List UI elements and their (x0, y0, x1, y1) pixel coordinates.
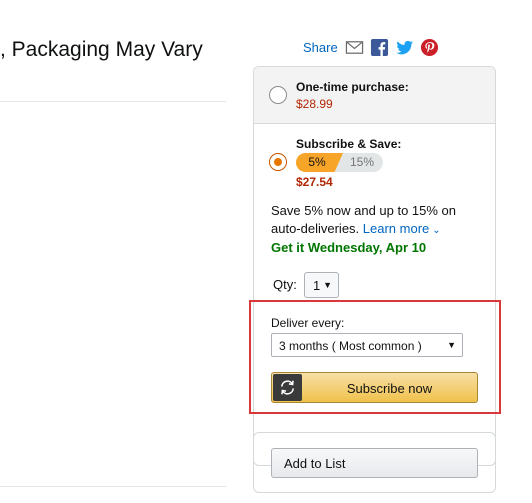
product-title: , Packaging May Vary (0, 38, 203, 61)
twitter-icon[interactable] (395, 38, 414, 57)
one-time-label: One-time purchase: (296, 80, 409, 94)
dropdown-arrow-icon: ▼ (447, 340, 456, 350)
facebook-icon[interactable] (370, 38, 389, 57)
discount-current: 5% (308, 155, 326, 169)
subscribe-icon (273, 374, 302, 401)
one-time-radio[interactable] (269, 86, 287, 104)
add-to-list-label: Add to List (284, 456, 346, 471)
qty-select[interactable]: 1 ▼ (304, 272, 339, 298)
add-to-list-button[interactable]: Add to List (271, 448, 478, 478)
bottom-divider (0, 486, 226, 487)
qty-value: 1 (313, 278, 321, 293)
buy-box: One-time purchase: $28.99 Subscribe & Sa… (253, 66, 496, 466)
email-icon[interactable] (345, 38, 364, 57)
subscribe-price: $27.54 (296, 175, 333, 189)
share-row: Share (303, 36, 445, 58)
subscribe-now-button[interactable]: Subscribe now (271, 372, 478, 403)
delivery-frequency-value: 3 months ( Most common ) (279, 339, 422, 353)
deliver-every-label: Deliver every: (271, 316, 345, 330)
chevron-down-icon[interactable]: ⌄ (432, 225, 440, 236)
subscribe-label: Subscribe & Save: (296, 137, 402, 151)
delivery-frequency-select[interactable]: 3 months ( Most common ) ▼ (271, 333, 463, 357)
one-time-purchase-option[interactable]: One-time purchase: $28.99 (254, 67, 495, 124)
pinterest-icon[interactable] (420, 38, 439, 57)
qty-label: Qty: (273, 277, 297, 292)
subscribe-savings-text: Save 5% now and up to 15% on auto-delive… (271, 202, 486, 240)
discount-pill: 5% 15% (296, 153, 383, 172)
learn-more-link[interactable]: Learn more (363, 221, 429, 236)
discount-max: 15% (349, 155, 375, 169)
subscribe-radio[interactable] (269, 153, 287, 171)
add-to-list-box: Add to List (253, 432, 496, 493)
delivery-date: Get it Wednesday, Apr 10 (271, 240, 427, 255)
subscribe-now-label: Subscribe now (346, 381, 433, 396)
dropdown-arrow-icon: ▼ (323, 280, 332, 290)
title-divider (0, 101, 226, 102)
one-time-price: $28.99 (296, 97, 333, 111)
share-label[interactable]: Share (303, 40, 338, 55)
